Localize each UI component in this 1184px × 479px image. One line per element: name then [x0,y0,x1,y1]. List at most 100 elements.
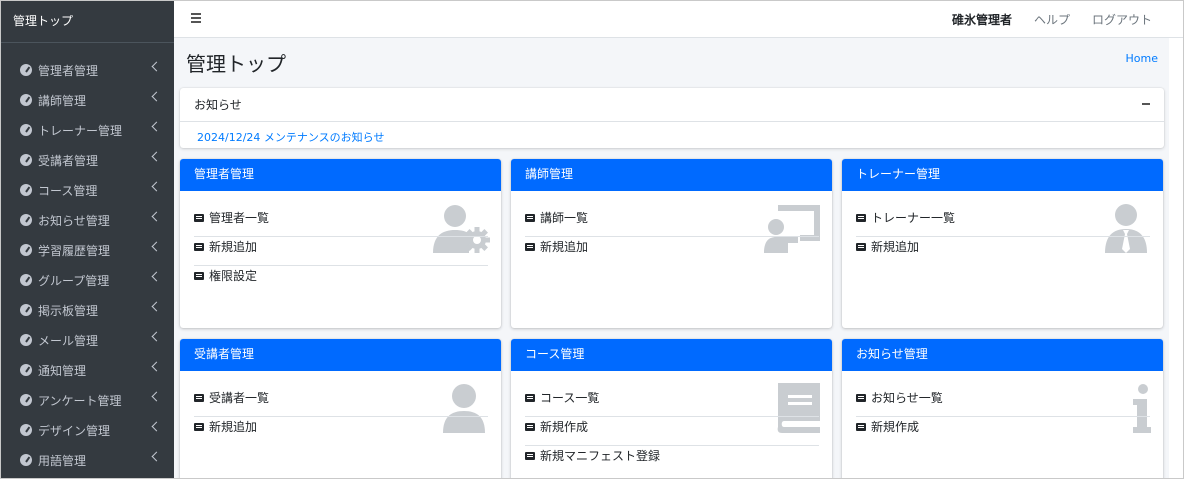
card-title: コース管理 [511,339,832,371]
sidebar-item-notice[interactable]: お知らせ管理 [1,205,174,235]
sidebar-item-label: トレーナー管理 [38,123,123,138]
dashboard-gauge-icon [20,454,32,466]
card-link-instructor-add[interactable]: 新規追加 [525,237,819,266]
card-body: 管理者一覧 新規追加 権限設定 [180,191,501,295]
dashboard-gauge-icon [20,184,32,196]
card-link-student-list[interactable]: 受講者一覧 [194,388,488,417]
sidebar-item-glossary[interactable]: 用語管理 [1,445,174,475]
card-link-label: お知らせ一覧 [871,391,943,405]
list-icon [856,423,866,431]
dashboard-gauge-icon [20,334,32,346]
chevron-left-icon [151,331,162,342]
card-link-label: 新規追加 [209,240,258,254]
sidebar-item-board[interactable]: 掲示板管理 [1,295,174,325]
brand-title[interactable]: 管理トップ [1,1,174,43]
chevron-left-icon [151,421,162,432]
dashboard-gauge-icon [20,424,32,436]
card-link-notice-list[interactable]: お知らせ一覧 [856,388,1150,417]
notice-link[interactable]: 2024/12/24 メンテナンスのお知らせ [197,129,384,145]
card-link-label: 新規作成 [540,420,589,434]
dashboard-gauge-icon [20,274,32,286]
sidebar-item-label: 用語管理 [38,453,87,468]
sidebar-item-label: 受講者管理 [38,153,99,168]
sidebar-item-label: アンケート管理 [38,393,122,408]
card-body: トレーナー一覧 新規追加 [842,191,1163,266]
card-link-trainer-list[interactable]: トレーナー一覧 [856,208,1150,237]
dashboard-gauge-icon [20,94,32,106]
card-instructor: 講師管理 講師一覧 新規追加 [511,159,832,328]
card-title: 受講者管理 [180,339,501,371]
card-link-admin-list[interactable]: 管理者一覧 [194,208,488,237]
card-link-label: 新規作成 [871,420,920,434]
logout-link[interactable]: ログアウト [1092,11,1152,28]
card-link-manifest-register[interactable]: 新規マニフェスト登録 [525,446,819,475]
card-title: 講師管理 [511,159,832,191]
chevron-left-icon [151,61,162,72]
card-link-label: 講師一覧 [540,211,589,225]
card-link-label: 権限設定 [209,269,258,283]
dashboard-gauge-icon [20,244,32,256]
card-link-student-add[interactable]: 新規追加 [194,417,488,446]
list-icon [525,452,535,460]
sidebar-item-label: デザイン管理 [38,423,111,438]
card-link-course-list[interactable]: コース一覧 [525,388,819,417]
top-right-menu: 碓氷管理者 ヘルプ ログアウト [952,1,1152,38]
card-link-label: 管理者一覧 [209,211,270,225]
card-admin: 管理者管理 管理者一覧 新規追加 権限設定 [180,159,501,328]
sidebar-item-label: 講師管理 [38,93,87,108]
sidebar-item-label: グループ管理 [38,273,110,288]
sidebar-item-mail[interactable]: メール管理 [1,325,174,355]
card-body: 講師一覧 新規追加 [511,191,832,266]
card-link-label: 新規追加 [209,420,258,434]
sidebar-item-label: お知らせ管理 [38,213,110,228]
list-icon [856,243,866,251]
chevron-left-icon [151,301,162,312]
sidebar-item-notification[interactable]: 通知管理 [1,355,174,385]
dashboard-gauge-icon [20,214,32,226]
card-link-admin-permissions[interactable]: 権限設定 [194,266,488,295]
list-icon [194,272,204,280]
sidebar-item-survey[interactable]: アンケート管理 [1,385,174,415]
sidebar: 管理トップ 管理者管理 講師管理 トレーナー管理 受講者管理 コース管理 お知ら… [1,1,174,478]
sidebar-item-student[interactable]: 受講者管理 [1,145,174,175]
chevron-left-icon [151,91,162,102]
card-title: 管理者管理 [180,159,501,191]
card-link-admin-add[interactable]: 新規追加 [194,237,488,266]
notice-panel: お知らせ 2024/12/24 メンテナンスのお知らせ [180,88,1164,148]
current-user-name[interactable]: 碓氷管理者 [952,11,1012,28]
list-icon [525,243,535,251]
sidebar-item-history[interactable]: 学習履歴管理 [1,235,174,265]
help-link[interactable]: ヘルプ [1034,11,1070,28]
card-link-course-create[interactable]: 新規作成 [525,417,819,446]
sidebar-item-label: 掲示板管理 [38,303,99,318]
card-title: お知らせ管理 [842,339,1163,371]
list-icon [194,394,204,402]
sidebar-item-instructor[interactable]: 講師管理 [1,85,174,115]
card-link-label: 受講者一覧 [209,391,270,405]
list-icon [525,423,535,431]
list-icon [525,394,535,402]
chevron-left-icon [151,181,162,192]
sidebar-item-label: コース管理 [38,183,98,198]
card-body: お知らせ一覧 新規作成 [842,371,1163,446]
card-link-notice-create[interactable]: 新規作成 [856,417,1150,446]
chevron-left-icon [151,121,162,132]
card-link-trainer-add[interactable]: 新規追加 [856,237,1150,266]
card-body: コース一覧 新規作成 新規マニフェスト登録 [511,371,832,475]
sidebar-item-label: 学習履歴管理 [38,243,111,258]
dashboard-gauge-icon [20,124,32,136]
card-link-label: 新規マニフェスト登録 [540,449,661,463]
card-course: コース管理 コース一覧 新規作成 新規マニフェスト登録 [511,339,832,478]
sidebar-item-group[interactable]: グループ管理 [1,265,174,295]
collapse-minus-icon[interactable] [1142,103,1150,105]
breadcrumb-home[interactable]: Home [1126,52,1158,65]
card-trainer: トレーナー管理 トレーナー一覧 新規追加 [842,159,1163,328]
sidebar-item-trainer[interactable]: トレーナー管理 [1,115,174,145]
sidebar-item-course[interactable]: コース管理 [1,175,174,205]
card-link-instructor-list[interactable]: 講師一覧 [525,208,819,237]
menu-toggle-icon[interactable] [191,13,201,23]
sidebar-item-design[interactable]: デザイン管理 [1,415,174,445]
chevron-left-icon [151,271,162,282]
sidebar-item-admin[interactable]: 管理者管理 [1,55,174,85]
app-frame: 管理トップ 管理者管理 講師管理 トレーナー管理 受講者管理 コース管理 お知ら… [0,0,1184,479]
